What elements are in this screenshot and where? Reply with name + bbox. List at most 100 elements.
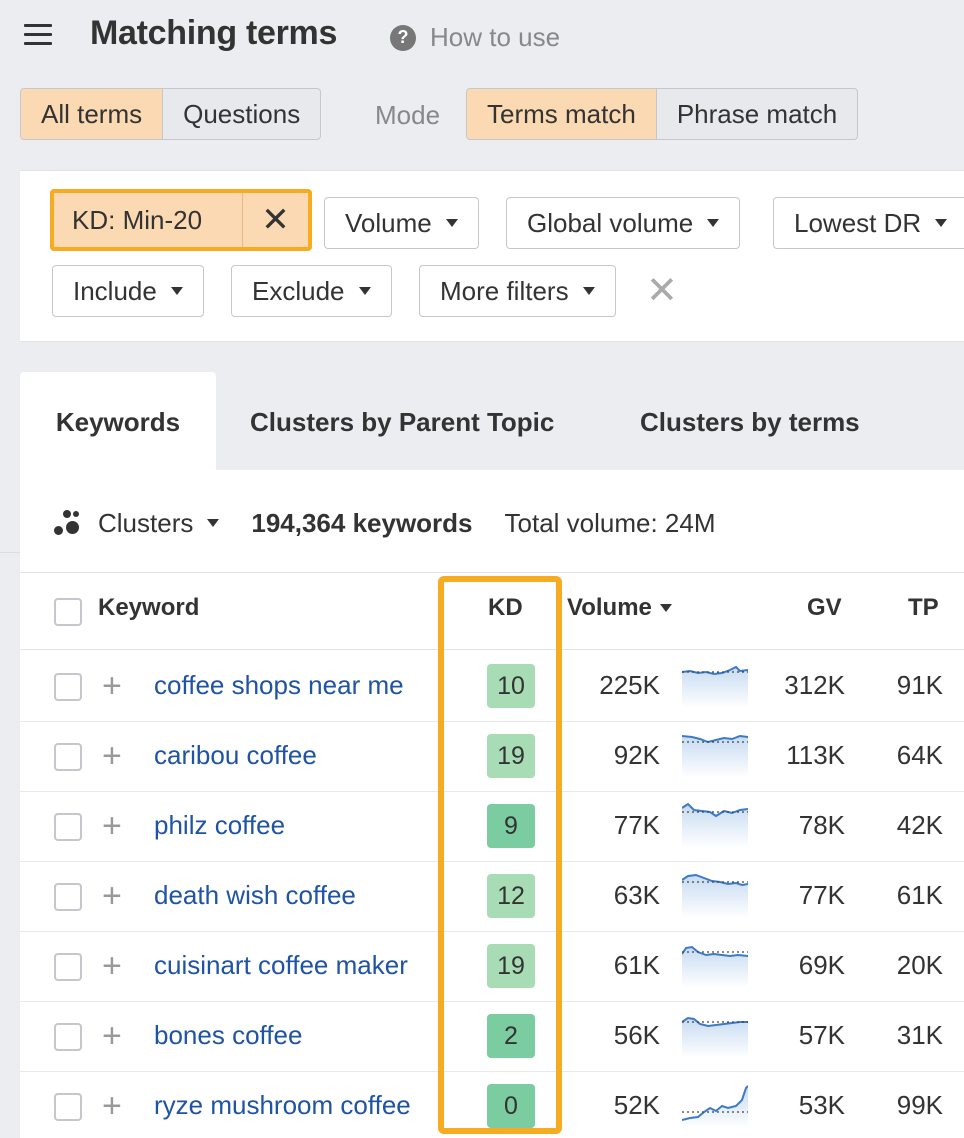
select-all-checkbox[interactable] <box>54 598 82 626</box>
tp-value: 91K <box>896 670 943 700</box>
volume-filter-button[interactable]: Volume <box>324 197 479 249</box>
tp-column-header[interactable]: TP <box>908 594 939 622</box>
terms-match-button[interactable]: Terms match <box>467 89 656 139</box>
table-row: + philz coffee 9 77K 78K 42K <box>20 792 964 862</box>
remove-kd-filter-close-icon[interactable]: ✕ <box>242 193 308 247</box>
gv-value: 312K <box>784 670 845 700</box>
all-terms-button[interactable]: All terms <box>21 89 163 139</box>
volume-trend-sparkline[interactable] <box>682 942 748 988</box>
table-row: + bones coffee 2 56K 57K 31K <box>20 1002 964 1072</box>
tp-value: 61K <box>896 880 943 910</box>
add-to-list-plus-icon[interactable]: + <box>102 1016 122 1056</box>
row-checkbox[interactable] <box>54 1023 82 1051</box>
global-volume-filter-button[interactable]: Global volume <box>506 197 741 249</box>
volume-trend-sparkline[interactable] <box>682 1082 748 1128</box>
clusters-dropdown[interactable]: Clusters <box>54 508 220 539</box>
keyword-link[interactable]: philz coffee <box>154 810 285 841</box>
keyword-link[interactable]: caribou coffee <box>154 740 317 771</box>
more-filters-label: More filters <box>440 275 569 306</box>
volume-value: 77K <box>613 810 660 840</box>
questions-button[interactable]: Questions <box>162 89 320 139</box>
volume-trend-sparkline[interactable] <box>682 802 748 848</box>
exclude-filter-button[interactable]: Exclude <box>231 265 392 317</box>
volume-trend-sparkline[interactable] <box>682 732 748 778</box>
chevron-down-icon <box>207 519 220 527</box>
table-row: + cuisinart coffee maker 19 61K 69K 20K <box>20 932 964 1002</box>
add-to-list-plus-icon[interactable]: + <box>102 946 122 986</box>
row-checkbox[interactable] <box>54 743 82 771</box>
volume-trend-sparkline[interactable] <box>682 662 748 708</box>
volume-column-header[interactable]: Volume <box>567 594 672 622</box>
volume-value: 63K <box>613 880 660 910</box>
volume-value: 61K <box>613 950 660 980</box>
clear-filters-close-icon[interactable]: ✕ <box>646 269 678 313</box>
gv-column-header[interactable]: GV <box>807 594 842 622</box>
terms-toggle: All terms Questions <box>20 88 322 140</box>
add-to-list-plus-icon[interactable]: + <box>102 1086 122 1126</box>
total-volume: Total volume: 24M <box>504 507 716 538</box>
kd-badge: 2 <box>487 1014 535 1058</box>
volume-value: 52K <box>613 1090 660 1120</box>
kd-column-header[interactable]: KD <box>488 594 523 622</box>
volume-value: 92K <box>613 740 660 770</box>
tp-value: 99K <box>896 1090 943 1120</box>
table-row: + ryze mushroom coffee 0 52K 53K 99K <box>20 1072 964 1138</box>
how-to-use-link[interactable]: ? How to use <box>390 22 560 53</box>
clusters-icon <box>54 510 82 536</box>
tab-bar: Keywords Clusters by Parent Topic Cluste… <box>20 372 964 472</box>
include-filter-label: Include <box>73 275 157 306</box>
hamburger-icon[interactable] <box>24 24 52 46</box>
gv-value: 77K <box>798 880 845 910</box>
kd-badge: 9 <box>487 804 535 848</box>
row-checkbox[interactable] <box>54 953 82 981</box>
kd-filter-chip[interactable]: KD: Min-20 ✕ <box>50 189 312 251</box>
keyword-link[interactable]: death wish coffee <box>154 880 356 911</box>
tab-clusters-by-parent-topic[interactable]: Clusters by Parent Topic <box>250 372 554 472</box>
gv-value: 69K <box>798 950 845 980</box>
add-to-list-plus-icon[interactable]: + <box>102 666 122 706</box>
phrase-match-button[interactable]: Phrase match <box>655 89 857 139</box>
table-row: + death wish coffee 12 63K 77K 61K <box>20 862 964 932</box>
chevron-down-icon <box>358 287 371 295</box>
keyword-link[interactable]: coffee shops near me <box>154 670 404 701</box>
table-header: Keyword KD Volume GV TP <box>20 574 964 650</box>
volume-trend-sparkline[interactable] <box>682 872 748 918</box>
tab-clusters-by-terms[interactable]: Clusters by terms <box>640 372 860 472</box>
row-checkbox[interactable] <box>54 883 82 911</box>
mode-label: Mode <box>375 100 441 130</box>
row-checkbox[interactable] <box>54 673 82 701</box>
keyword-link[interactable]: cuisinart coffee maker <box>154 950 408 981</box>
table-row: + caribou coffee 19 92K 113K 64K <box>20 722 964 792</box>
tab-keywords[interactable]: Keywords <box>20 372 216 472</box>
results-summary: Clusters 194,364 keywords Total volume: … <box>54 502 716 544</box>
chevron-down-icon <box>445 219 458 227</box>
gv-value: 78K <box>798 810 845 840</box>
question-icon: ? <box>390 24 416 51</box>
sort-desc-icon <box>659 604 672 612</box>
include-filter-button[interactable]: Include <box>52 265 204 317</box>
kd-badge: 19 <box>487 944 535 988</box>
volume-trend-sparkline[interactable] <box>682 1012 748 1058</box>
keyword-column-header[interactable]: Keyword <box>98 594 199 622</box>
keyword-link[interactable]: bones coffee <box>154 1020 302 1051</box>
add-to-list-plus-icon[interactable]: + <box>102 736 122 776</box>
row-checkbox[interactable] <box>54 813 82 841</box>
chevron-down-icon <box>582 287 595 295</box>
keywords-count: 194,364 keywords <box>251 507 473 538</box>
more-filters-button[interactable]: More filters <box>419 265 616 317</box>
tp-value: 20K <box>896 950 943 980</box>
add-to-list-plus-icon[interactable]: + <box>102 876 122 916</box>
kd-badge: 12 <box>487 874 535 918</box>
kd-badge: 10 <box>487 664 535 708</box>
keyword-link[interactable]: ryze mushroom coffee <box>154 1090 411 1121</box>
add-to-list-plus-icon[interactable]: + <box>102 806 122 846</box>
volume-column-label: Volume <box>567 594 652 621</box>
table-row: + coffee shops near me 10 225K 312K 91K <box>20 652 964 722</box>
filters-panel: KD: Min-20 ✕ Volume Global volume Lowest… <box>20 170 964 342</box>
page-title: Matching terms <box>90 14 338 52</box>
lowest-dr-filter-button[interactable]: Lowest DR <box>773 197 964 249</box>
kd-filter-label[interactable]: KD: Min-20 <box>54 193 242 247</box>
volume-value: 225K <box>599 670 660 700</box>
row-checkbox[interactable] <box>54 1093 82 1121</box>
volume-value: 56K <box>613 1020 660 1050</box>
